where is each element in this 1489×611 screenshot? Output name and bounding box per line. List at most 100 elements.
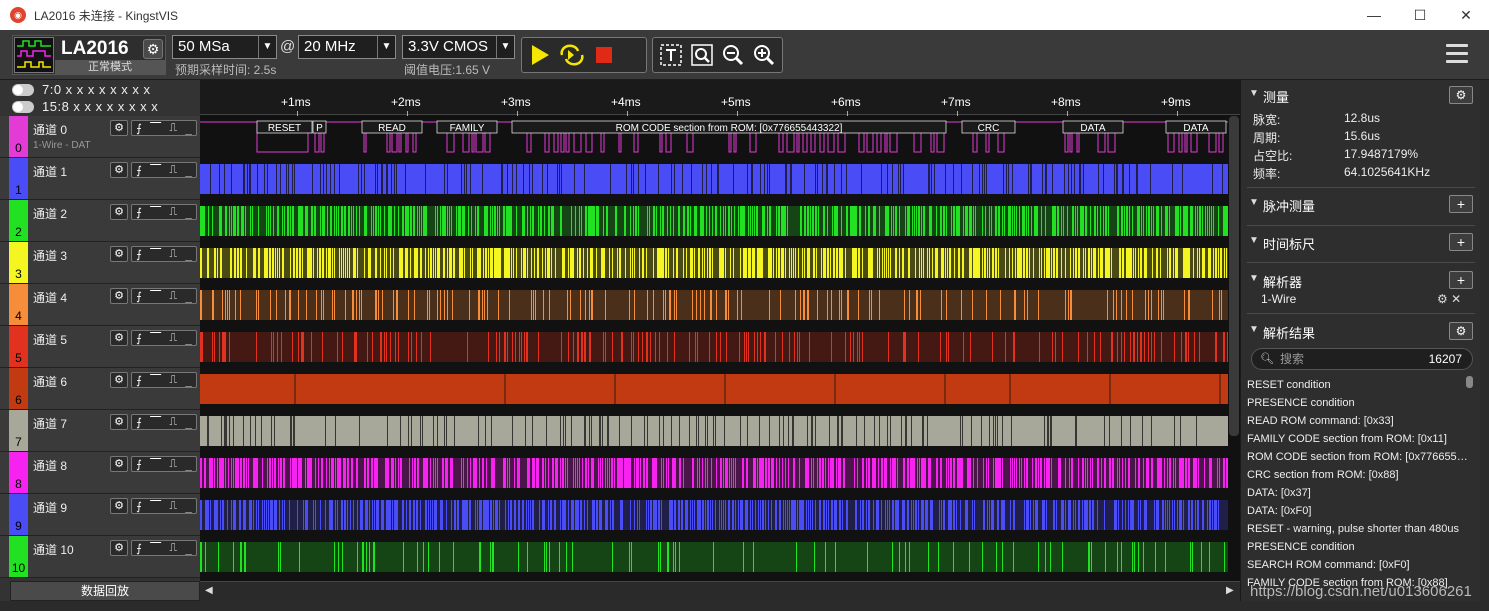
maximize-button[interactable]: ☐ bbox=[1397, 0, 1443, 30]
results-scrollbar[interactable] bbox=[1466, 376, 1473, 388]
channel-row[interactable]: 6 通道 6 ⚙ ⨍ ⎺ ⎍ _ bbox=[0, 368, 200, 410]
trigger-edge-icon[interactable]: ⎺ bbox=[150, 163, 161, 177]
waveform-canvas[interactable]: RESET P READ FAMILY ROM CODE section from RO… bbox=[200, 80, 1240, 581]
channel-name[interactable]: 通道 3 bbox=[33, 247, 67, 264]
trigger-edge-icon[interactable]: ⨍ bbox=[136, 248, 142, 261]
channel-name[interactable]: 通道 0 bbox=[33, 121, 67, 138]
channel-name[interactable]: 通道 9 bbox=[33, 499, 67, 516]
run-button[interactable] bbox=[526, 41, 554, 69]
channel-row[interactable]: 2 通道 2 ⚙ ⨍ ⎺ ⎍ _ bbox=[0, 200, 200, 242]
measure-settings-gear-icon[interactable]: ⚙ bbox=[1449, 86, 1473, 104]
result-item[interactable]: PRESENCE condition bbox=[1247, 538, 1469, 556]
threshold-select[interactable]: 3.3V CMOS ▼ bbox=[402, 35, 515, 59]
result-item[interactable]: RESET - warning, pulse shorter than 480u… bbox=[1247, 520, 1469, 538]
result-item[interactable]: RESET condition bbox=[1247, 376, 1469, 394]
scroll-right-icon[interactable]: ▶ bbox=[1226, 585, 1238, 596]
device-mode[interactable]: 正常模式 bbox=[55, 60, 165, 74]
results-list[interactable]: RESET condition PRESENCE condition READ RO… bbox=[1247, 376, 1469, 592]
channel-name[interactable]: 通道 4 bbox=[33, 289, 67, 306]
device-settings-gear-icon[interactable]: ⚙ bbox=[143, 39, 163, 59]
trigger-edge-icon[interactable]: ⎺ bbox=[150, 415, 161, 429]
sample-rate-select[interactable]: 20 MHz ▼ bbox=[298, 35, 396, 59]
zoom-out-icon[interactable] bbox=[720, 41, 747, 69]
decoder-item[interactable]: 1-Wire bbox=[1261, 292, 1296, 306]
channel-settings-gear-icon[interactable]: ⚙ bbox=[110, 288, 128, 304]
trigger-edge-icon[interactable]: ⎍ bbox=[169, 415, 177, 429]
channel-name[interactable]: 通道 1 bbox=[33, 163, 67, 180]
add-decoder-button[interactable]: + bbox=[1449, 271, 1473, 289]
channel-row[interactable]: 10 通道 10 ⚙ ⨍ ⎺ ⎍ _ bbox=[0, 536, 200, 578]
group-toggle[interactable] bbox=[12, 84, 34, 96]
scroll-left-icon[interactable]: ◀ bbox=[205, 585, 217, 596]
trigger-edge-icon[interactable]: _ bbox=[185, 206, 192, 219]
result-item[interactable]: SEARCH ROM command: [0xF0] bbox=[1247, 556, 1469, 574]
horizontal-scrollbar[interactable]: ◀ ▶ bbox=[200, 581, 1240, 601]
result-item[interactable]: ROM CODE section from ROM: [0x7766554... bbox=[1247, 448, 1469, 466]
timeruler-section-header[interactable]: ▼ 时间标尺 + bbox=[1241, 231, 1480, 253]
channel-row[interactable]: 8 通道 8 ⚙ ⨍ ⎺ ⎍ _ bbox=[0, 452, 200, 494]
channel-settings-gear-icon[interactable]: ⚙ bbox=[110, 498, 128, 514]
channel-name[interactable]: 通道 7 bbox=[33, 415, 67, 432]
loop-run-button[interactable] bbox=[558, 41, 586, 69]
sample-depth-select[interactable]: 50 MSa ▼ bbox=[172, 35, 277, 59]
trigger-edge-icon[interactable]: _ bbox=[185, 416, 192, 429]
search-input[interactable] bbox=[1280, 351, 1410, 367]
trigger-edge-icon[interactable]: ⎺ bbox=[150, 373, 161, 387]
trigger-edge-icon[interactable]: ⎍ bbox=[169, 205, 177, 219]
pulse-section-header[interactable]: ▼ 脉冲测量 + bbox=[1241, 193, 1480, 215]
trigger-edge-icon[interactable]: ⎺ bbox=[150, 247, 161, 261]
menu-hamburger-icon[interactable] bbox=[1446, 44, 1468, 64]
channel-row[interactable]: 5 通道 5 ⚙ ⨍ ⎺ ⎍ _ bbox=[0, 326, 200, 368]
minimize-button[interactable]: — bbox=[1351, 0, 1397, 30]
results-settings-gear-icon[interactable]: ⚙ bbox=[1449, 322, 1473, 340]
channel-settings-gear-icon[interactable]: ⚙ bbox=[110, 120, 128, 136]
trigger-edge-icon[interactable]: _ bbox=[185, 122, 192, 135]
trigger-edge-icon[interactable]: ⎍ bbox=[169, 289, 177, 303]
channel-settings-gear-icon[interactable]: ⚙ bbox=[110, 162, 128, 178]
channel-name[interactable]: 通道 6 bbox=[33, 373, 67, 390]
channel-row[interactable]: 4 通道 4 ⚙ ⨍ ⎺ ⎍ _ bbox=[0, 284, 200, 326]
trigger-edge-icon[interactable]: _ bbox=[185, 374, 192, 387]
add-timeruler-button[interactable]: + bbox=[1449, 233, 1473, 251]
channel-row[interactable]: 1 通道 1 ⚙ ⨍ ⎺ ⎍ _ bbox=[0, 158, 200, 200]
trigger-edge-icon[interactable]: ⎺ bbox=[150, 499, 161, 513]
zoom-in-icon[interactable] bbox=[751, 41, 778, 69]
text-cursor-icon[interactable] bbox=[657, 41, 684, 69]
trigger-edge-icon[interactable]: ⨍ bbox=[136, 206, 142, 219]
trigger-edge-icon[interactable]: ⎍ bbox=[169, 373, 177, 387]
trigger-edge-icon[interactable]: ⎍ bbox=[169, 247, 177, 261]
channel-row[interactable]: 7 通道 7 ⚙ ⨍ ⎺ ⎍ _ bbox=[0, 410, 200, 452]
trigger-edge-icon[interactable]: ⎍ bbox=[169, 499, 177, 513]
trigger-edge-icon[interactable]: ⎺ bbox=[150, 205, 161, 219]
channel-name[interactable]: 通道 10 bbox=[33, 541, 74, 558]
result-item[interactable]: DATA: [0x37] bbox=[1247, 484, 1469, 502]
trigger-edge-icon[interactable]: ⨍ bbox=[136, 122, 142, 135]
channel-settings-gear-icon[interactable]: ⚙ bbox=[110, 246, 128, 262]
result-item[interactable]: READ ROM command: [0x33] bbox=[1247, 412, 1469, 430]
vertical-scrollbar[interactable] bbox=[1229, 116, 1239, 436]
waveform-area[interactable]: +1ms +2ms +3ms +4ms +5ms +6ms +7ms +8ms +9ms RES… bbox=[200, 80, 1240, 581]
trigger-edge-icon[interactable]: ⨍ bbox=[136, 290, 142, 303]
result-item[interactable]: CRC section from ROM: [0x88] bbox=[1247, 466, 1469, 484]
channel-settings-gear-icon[interactable]: ⚙ bbox=[110, 456, 128, 472]
channel-settings-gear-icon[interactable]: ⚙ bbox=[110, 372, 128, 388]
channel-name[interactable]: 通道 2 bbox=[33, 205, 67, 222]
result-item[interactable]: FAMILY CODE section from ROM: [0x11] bbox=[1247, 430, 1469, 448]
trigger-edge-icon[interactable]: ⨍ bbox=[136, 458, 142, 471]
trigger-edge-icon[interactable]: ⎺ bbox=[150, 121, 161, 135]
trigger-edge-icon[interactable]: ⨍ bbox=[136, 416, 142, 429]
add-pulse-button[interactable]: + bbox=[1449, 195, 1473, 213]
data-replay-button[interactable]: 数据回放 bbox=[10, 581, 200, 601]
group-toggle[interactable] bbox=[12, 101, 34, 113]
decoder-settings-gear-icon[interactable]: ⚙ bbox=[1437, 292, 1448, 306]
channel-row[interactable]: 9 通道 9 ⚙ ⨍ ⎺ ⎍ _ bbox=[0, 494, 200, 536]
trigger-edge-icon[interactable]: _ bbox=[185, 542, 192, 555]
trigger-edge-icon[interactable]: _ bbox=[185, 290, 192, 303]
channel-settings-gear-icon[interactable]: ⚙ bbox=[110, 330, 128, 346]
trigger-edge-icon[interactable]: ⨍ bbox=[136, 374, 142, 387]
result-item[interactable]: PRESENCE condition bbox=[1247, 394, 1469, 412]
trigger-edge-icon[interactable]: ⨍ bbox=[136, 500, 142, 513]
measure-section-header[interactable]: ▼ 测量 ⚙ bbox=[1241, 84, 1480, 106]
channel-name[interactable]: 通道 5 bbox=[33, 331, 67, 348]
trigger-edge-icon[interactable]: _ bbox=[185, 458, 192, 471]
